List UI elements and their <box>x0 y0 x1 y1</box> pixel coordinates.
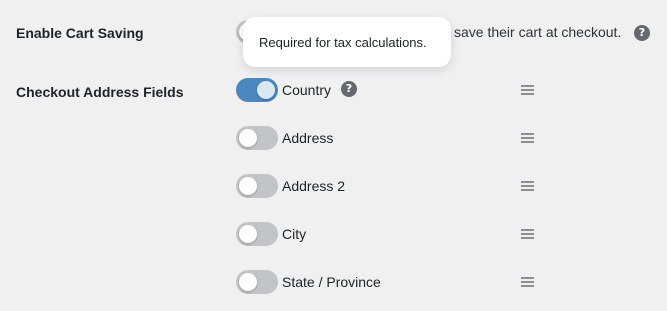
cart-saving-description: save their cart at checkout. <box>454 24 622 40</box>
country-toggle[interactable] <box>236 78 278 102</box>
drag-handle-icon[interactable] <box>521 229 534 239</box>
state-province-toggle[interactable] <box>236 270 278 294</box>
toggle-knob <box>239 177 257 195</box>
toggle-knob <box>239 225 257 243</box>
address-toggle[interactable] <box>236 126 278 150</box>
cart-saving-help-icon[interactable]: ? <box>634 25 650 41</box>
drag-handle-icon[interactable] <box>521 133 534 143</box>
field-label-city: City <box>282 226 307 242</box>
drag-handle-icon[interactable] <box>521 181 534 191</box>
cart-saving-label: Enable Cart Saving <box>16 25 144 41</box>
field-label-address: Address <box>282 130 334 146</box>
toggle-knob <box>257 81 275 99</box>
country-help-icon[interactable]: ? <box>341 81 357 97</box>
field-label-address-2: Address 2 <box>282 178 346 194</box>
address-fields-label: Checkout Address Fields <box>16 84 184 100</box>
toggle-knob <box>239 273 257 291</box>
tooltip: Required for tax calculations. <box>243 17 451 67</box>
field-label-country: Country <box>282 82 332 98</box>
field-label-state-province: State / Province <box>282 274 381 290</box>
drag-handle-icon[interactable] <box>521 277 534 287</box>
tooltip-text: Required for tax calculations. <box>259 35 427 50</box>
address-2-toggle[interactable] <box>236 174 278 198</box>
toggle-knob <box>239 129 257 147</box>
drag-handle-icon[interactable] <box>521 85 534 95</box>
city-toggle[interactable] <box>236 222 278 246</box>
